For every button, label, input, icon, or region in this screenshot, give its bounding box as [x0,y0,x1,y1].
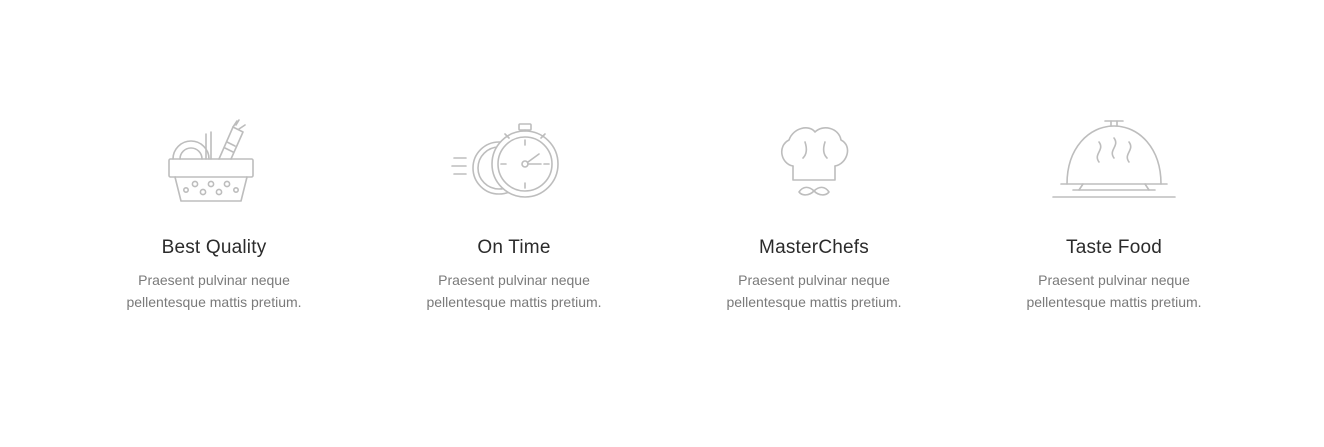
feature-description: Praesent pulvinar neque pellentesque mat… [1026,272,1202,310]
basket-icon [149,118,279,204]
feature-description: Praesent pulvinar neque pellentesque mat… [426,272,602,310]
feature-title: Taste Food [1066,237,1162,258]
feature-title: On Time [477,237,551,258]
feature-description: Praesent pulvinar neque pellentesque mat… [126,272,302,310]
feature-on-time: On Time Praesent pulvinar neque pellente… [364,118,664,313]
stopwatch-icon [449,118,579,204]
feature-masterchefs: MasterChefs Praesent pulvinar neque pell… [664,118,964,313]
feature-taste-food: Taste Food Praesent pulvinar neque pelle… [964,118,1264,313]
features-section: Best Quality Praesent pulvinar neque pel… [64,118,1264,318]
chef-hat-icon [749,118,879,204]
feature-best-quality: Best Quality Praesent pulvinar neque pel… [64,118,364,313]
feature-title: MasterChefs [759,237,869,258]
cloche-icon [1049,118,1179,204]
feature-title: Best Quality [161,237,267,258]
feature-description: Praesent pulvinar neque pellentesque mat… [726,272,902,310]
